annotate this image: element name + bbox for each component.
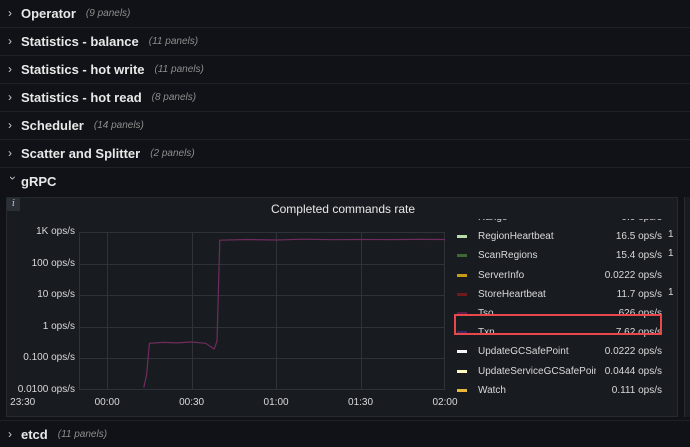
x-tick-label: 01:30 — [348, 397, 374, 408]
row-etcd[interactable]: › etcd (11 panels) — [0, 421, 690, 447]
y-tick-label: 10 ops/s — [37, 289, 75, 301]
x-tick-label: 00:30 — [179, 397, 205, 408]
legend-name: Range — [478, 219, 592, 223]
graph-panel-completed-commands-rate: i Completed commands rate 1K ops/s 100 op… — [6, 197, 678, 417]
chart-plot-area[interactable] — [79, 232, 445, 390]
legend-value: 15.4 ops/s — [615, 250, 662, 262]
chevron-right-icon: › — [8, 118, 12, 132]
chevron-right-icon: › — [8, 34, 12, 48]
adjacent-panel-value: 1 — [668, 248, 674, 260]
legend-name: RegionHeartbeat — [478, 231, 554, 243]
legend-swatch — [457, 235, 467, 239]
row-title: Statistics - hot write — [21, 61, 145, 77]
legend-swatch — [457, 273, 467, 277]
legend-item-range[interactable]: Range0.0 ops/s — [452, 219, 674, 227]
legend-value: 11.7 ops/s — [616, 288, 662, 300]
chevron-right-icon: › — [8, 6, 12, 20]
y-tick-label: 100 ops/s — [31, 257, 75, 269]
legend-name: ScanRegions — [478, 250, 538, 262]
legend-item-storeheartbeat[interactable]: StoreHeartbeat 11.7 ops/s — [452, 285, 674, 304]
legend-name: ServerInfo — [478, 269, 525, 281]
legend-value: 0.0222 ops/s — [604, 269, 662, 281]
chevron-right-icon: › — [8, 427, 12, 441]
row-panel-count: (14 panels) — [93, 119, 144, 131]
row-panel-count: (11 panels) — [148, 35, 199, 47]
series-line-tso — [143, 238, 445, 388]
chevron-right-icon: › — [8, 62, 12, 76]
y-tick-label: 1 ops/s — [42, 320, 75, 332]
legend-value: 0.0222 ops/s — [604, 346, 662, 358]
row-title: Operator — [21, 5, 76, 21]
chevron-right-icon: › — [8, 90, 12, 104]
legend-item-updategcsafepoint[interactable]: UpdateGCSafePoint 0.0222 ops/s — [452, 342, 674, 361]
panel-title[interactable]: Completed commands rate — [7, 198, 679, 220]
row-panel-count: (11 panels) — [57, 428, 108, 440]
legend-value: 0.111 ops/s — [611, 384, 662, 396]
highlight-box-tso — [454, 314, 662, 335]
row-scheduler[interactable]: › Scheduler (14 panels) — [0, 112, 690, 138]
legend-value: 0.0444 ops/s — [604, 365, 662, 377]
adjacent-panel-value: 1 — [668, 286, 674, 298]
legend-name: UpdateServiceGCSafePoint — [478, 365, 596, 377]
y-tick-label: 0.100 ops/s — [23, 352, 75, 364]
row-panel-count: (9 panels) — [85, 7, 131, 19]
legend-name: UpdateGCSafePoint — [478, 346, 569, 358]
legend-swatch — [457, 350, 467, 354]
row-scatter-and-splitter[interactable]: › Scatter and Splitter (2 panels) — [0, 140, 690, 166]
y-tick-label: 1K ops/s — [36, 226, 75, 237]
row-statistics-hot-write[interactable]: › Statistics - hot write (11 panels) — [0, 56, 690, 82]
row-panel-count: (2 panels) — [150, 147, 195, 159]
legend-item-scanregions[interactable]: ScanRegions 15.4 ops/s — [452, 246, 674, 265]
legend-value: 0.0 ops/s — [592, 219, 662, 223]
adjacent-panel-edge — [684, 197, 690, 417]
x-tick-label: 01:00 — [263, 397, 289, 408]
legend-value: 16.5 ops/s — [615, 231, 662, 243]
legend-swatch — [457, 369, 467, 373]
chevron-right-icon: › — [8, 146, 12, 160]
row-statistics-hot-read[interactable]: › Statistics - hot read (8 panels) — [0, 84, 690, 110]
row-title: Statistics - balance — [21, 33, 139, 49]
row-title: Scatter and Splitter — [21, 145, 141, 161]
row-title: etcd — [21, 426, 48, 442]
row-statistics-balance[interactable]: › Statistics - balance (11 panels) — [0, 28, 690, 54]
row-title: Statistics - hot read — [21, 89, 142, 105]
legend-swatch — [457, 254, 467, 258]
row-operator[interactable]: › Operator (9 panels) — [0, 0, 690, 26]
legend-item-updateservicegcsafepoint[interactable]: UpdateServiceGCSafePoint 0.0444 ops/s — [452, 362, 674, 381]
x-tick-label: 00:00 — [94, 397, 120, 408]
legend-item-watch[interactable]: Watch 0.111 ops/s — [452, 381, 674, 400]
legend-swatch — [457, 388, 467, 392]
chevron-down-icon: › — [6, 176, 20, 180]
row-panel-count: (8 panels) — [151, 91, 197, 103]
legend-swatch — [457, 292, 467, 296]
y-tick-label: 0.0100 ops/s — [17, 384, 75, 395]
legend-item-regionheartbeat[interactable]: RegionHeartbeat 16.5 ops/s — [452, 227, 674, 246]
row-grpc[interactable]: › gRPC — [0, 168, 690, 194]
legend-name: StoreHeartbeat — [478, 288, 546, 300]
plot-border — [79, 232, 445, 390]
row-panel-count: (11 panels) — [154, 63, 204, 75]
row-title: Scheduler — [21, 117, 84, 133]
adjacent-panel-value: 1 — [668, 229, 674, 241]
legend-name: Watch — [478, 384, 506, 396]
row-title: gRPC — [21, 173, 57, 189]
x-tick-label: 23:30 — [10, 397, 36, 408]
legend-item-serverinfo[interactable]: ServerInfo 0.0222 ops/s — [452, 266, 674, 285]
